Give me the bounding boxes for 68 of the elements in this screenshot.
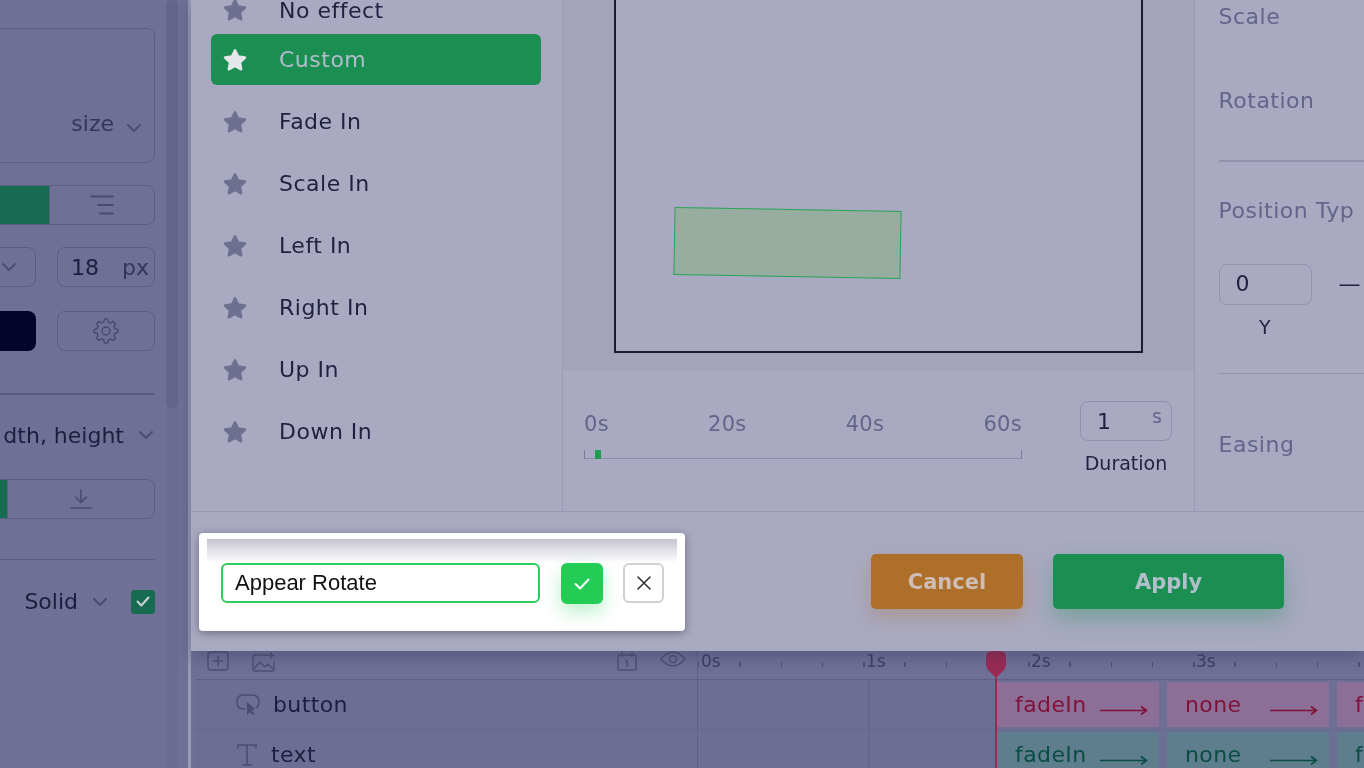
confirm-button[interactable] <box>561 563 603 604</box>
effect-item[interactable]: Up In <box>211 344 541 395</box>
checkbox[interactable] <box>131 589 155 614</box>
position-field[interactable]: 0 <box>1218 263 1312 305</box>
star-icon <box>223 295 247 320</box>
effect-item[interactable]: Down In <box>211 406 541 457</box>
cancel-button[interactable]: Cancel <box>871 554 1023 609</box>
effect-item[interactable]: Right In <box>211 282 541 333</box>
effect-item[interactable]: Custom <box>211 34 541 85</box>
keyframe-marker[interactable] <box>595 450 602 459</box>
duration-label: Duration <box>1084 451 1168 475</box>
align-right-icon <box>89 195 114 215</box>
animation-clip[interactable]: f <box>1337 732 1364 768</box>
plus-square-icon[interactable] <box>207 651 229 671</box>
effect-item[interactable]: Fade In <box>211 96 541 147</box>
time-label: 60s <box>983 411 1022 438</box>
property-label: Scale <box>1218 3 1281 31</box>
size-mode-dropdown[interactable]: dth, height <box>3 422 155 448</box>
effect-item[interactable]: Scale In <box>211 158 541 209</box>
animation-clip[interactable]: none <box>1167 732 1329 768</box>
rectangle-shape[interactable] <box>673 207 902 279</box>
animation-clip[interactable]: none <box>1167 682 1329 727</box>
chevron-down-icon <box>93 597 107 606</box>
range-separator: — <box>1338 270 1361 298</box>
download-icon <box>69 488 92 509</box>
animation-clip[interactable]: fadeIn <box>997 732 1159 768</box>
close-icon <box>636 576 651 590</box>
border-style-dropdown[interactable]: Solid <box>24 589 109 614</box>
eye-icon[interactable] <box>660 651 686 667</box>
star-icon <box>223 0 247 22</box>
property-label: Rotation <box>1218 87 1315 115</box>
chevron-down-icon <box>2 263 16 271</box>
animation-clip[interactable]: fadeIn <box>997 682 1159 727</box>
font-size-field[interactable]: 18 px <box>57 247 155 287</box>
close-button[interactable] <box>623 563 664 603</box>
settings-button[interactable] <box>57 311 155 351</box>
image-plus-icon[interactable] <box>252 651 276 672</box>
property-label: Position Typ <box>1218 196 1355 225</box>
layer-name: text <box>271 742 317 767</box>
effect-item[interactable]: Left In <box>211 220 541 271</box>
calendar-icon[interactable] <box>617 651 637 671</box>
time-label: 40s <box>845 411 885 438</box>
apply-button[interactable]: Apply <box>1053 554 1284 609</box>
star-icon <box>223 419 247 444</box>
settings-icon <box>93 318 119 344</box>
check-icon <box>574 577 590 590</box>
animation-clip[interactable]: f <box>1337 682 1364 727</box>
text-icon <box>236 742 258 767</box>
playhead[interactable] <box>985 651 1006 678</box>
duration-field[interactable]: 1 s <box>1080 401 1172 441</box>
keyframe-track[interactable] <box>584 450 1022 459</box>
cursor-bubble-icon <box>236 693 260 716</box>
star-icon <box>223 109 247 134</box>
star-icon <box>223 233 247 258</box>
time-label: 20s <box>708 411 747 438</box>
star-icon <box>223 357 247 382</box>
chevron-down-icon <box>127 124 141 132</box>
property-label: Easing <box>1218 431 1295 459</box>
check-icon <box>136 596 150 607</box>
time-label: 0s <box>584 411 609 438</box>
star-icon <box>223 171 247 196</box>
size-dropdown[interactable]: size <box>0 28 155 163</box>
chevron-down-icon <box>139 431 153 439</box>
layer-name: button <box>273 692 348 717</box>
name-input[interactable]: Appear Rotate <box>221 563 540 603</box>
axis-label: Y <box>1258 314 1272 339</box>
effect-item[interactable]: No effect <box>211 0 541 34</box>
star-icon <box>223 47 247 72</box>
